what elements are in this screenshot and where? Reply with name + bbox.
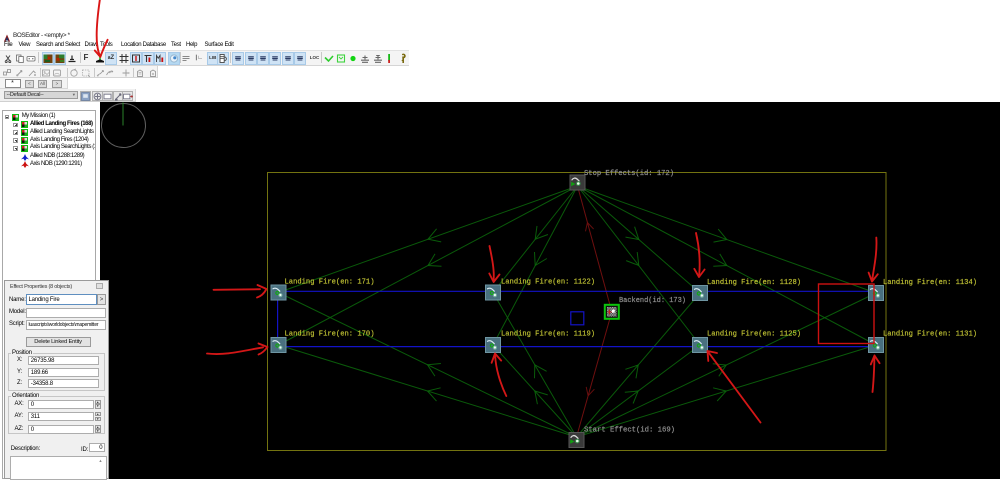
svg-text:Backend(id: 173): Backend(id: 173) [619, 297, 686, 305]
svg-text:Landing Fire(en: 170): Landing Fire(en: 170) [285, 331, 375, 339]
svg-text:Stop Effects(id: 172): Stop Effects(id: 172) [584, 170, 674, 178]
svg-text:Landing Fire(en: 1131): Landing Fire(en: 1131) [883, 331, 977, 339]
svg-text:Landing Fire(en: 171): Landing Fire(en: 171) [285, 279, 375, 287]
svg-text:Landing Fire(en: 1125): Landing Fire(en: 1125) [707, 331, 801, 339]
svg-text:Start Effect(id: 169): Start Effect(id: 169) [584, 427, 675, 435]
svg-text:Landing Fire(en: 1134): Landing Fire(en: 1134) [883, 279, 977, 287]
svg-text:Landing Fire(en: 1122): Landing Fire(en: 1122) [501, 279, 595, 287]
svg-text:Landing Fire(en: 1128): Landing Fire(en: 1128) [707, 279, 801, 287]
svg-text:Landing Fire(en: 1119): Landing Fire(en: 1119) [501, 331, 595, 339]
